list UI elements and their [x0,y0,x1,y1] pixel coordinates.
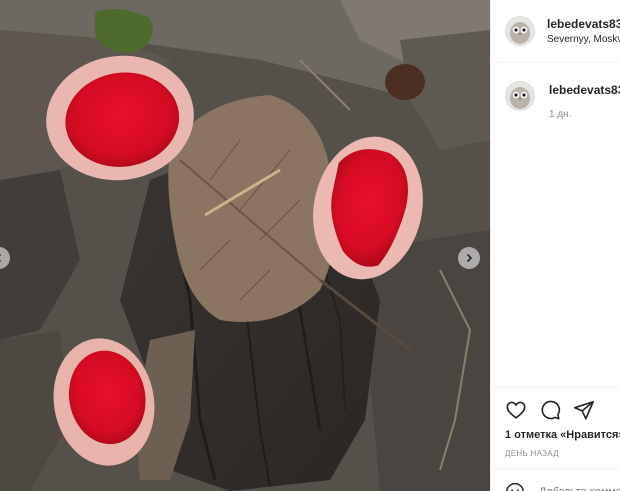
post-location[interactable]: Severnyy, Moskva [547,34,620,45]
comment-username[interactable]: lebedevats83 [549,83,620,97]
add-comment-input[interactable] [539,485,620,491]
comment-avatar[interactable] [505,81,535,111]
comment-icon [541,400,561,420]
post-username[interactable]: lebedevats83 [547,17,620,31]
avatar[interactable] [505,16,535,46]
heart-icon [506,401,526,419]
likes-count[interactable]: 1 отметка «Нравится» [505,429,620,441]
post-header: lebedevats83 Severnyy, Moskva [491,0,620,63]
share-button[interactable] [573,399,595,421]
post-time-ago[interactable]: ДЕНЬ НАЗАД [505,449,559,458]
post-photo[interactable] [0,0,490,491]
photo-image [0,0,490,491]
like-button[interactable] [505,399,527,421]
chevron-left-icon [0,254,2,262]
share-icon [574,400,594,420]
smiley-icon [505,482,525,491]
emoji-button[interactable] [505,482,525,491]
comment-button[interactable] [539,399,561,421]
owl-avatar-icon [506,17,534,45]
comment-time[interactable]: 1 дн. [549,109,571,120]
owl-avatar-icon [506,82,534,110]
next-photo-button[interactable] [458,247,480,269]
chevron-right-icon [466,253,473,263]
post-side-panel: lebedevats83 Severnyy, Moskva lebedevats… [490,0,620,491]
action-bar [491,387,620,421]
add-comment-row [491,468,620,491]
